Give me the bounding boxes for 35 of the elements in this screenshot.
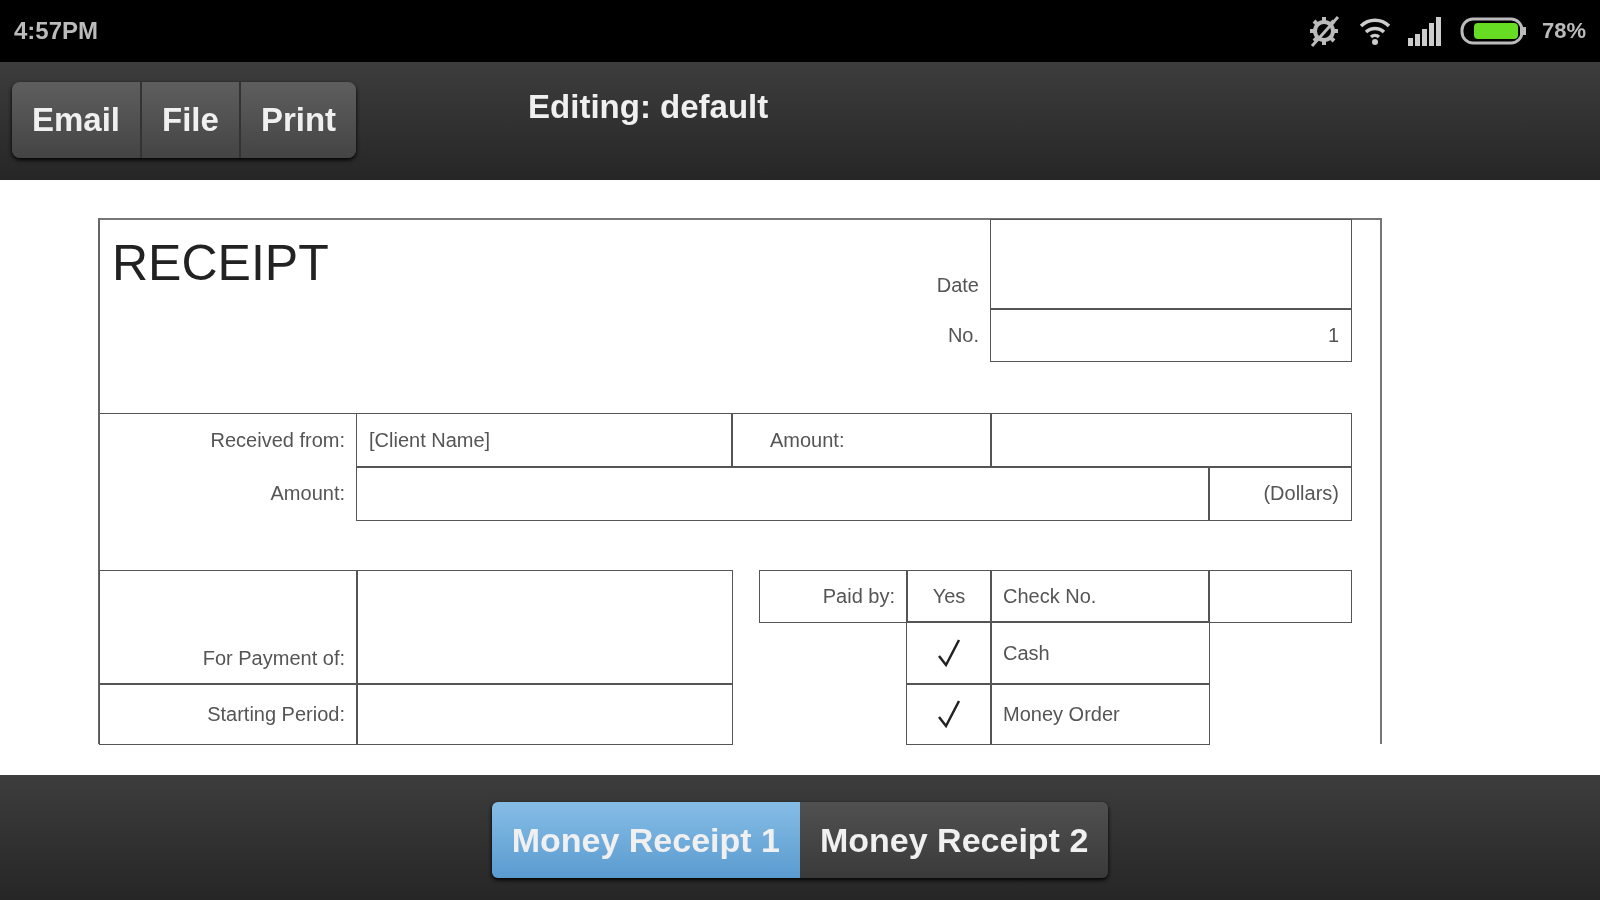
amount-field[interactable] bbox=[991, 414, 1351, 467]
number-field[interactable]: 1 bbox=[991, 309, 1351, 361]
amount-words-field[interactable] bbox=[357, 467, 1209, 520]
checkmark-icon bbox=[937, 699, 961, 729]
dollars-label: (Dollars) bbox=[1209, 467, 1351, 520]
payment-method-label: Cash bbox=[991, 622, 1209, 684]
battery-percentage: 78% bbox=[1541, 18, 1586, 44]
check-number-field[interactable] bbox=[1209, 571, 1351, 622]
tab[interactable]: Money Receipt 2 bbox=[800, 802, 1109, 878]
wifi-icon bbox=[1357, 16, 1392, 46]
date-label: Date bbox=[935, 273, 980, 298]
starting-period-label: Starting Period: bbox=[100, 684, 357, 744]
payment-method-label: Money Order bbox=[991, 684, 1209, 744]
checkbox[interactable] bbox=[907, 622, 991, 684]
checkmark-icon bbox=[937, 638, 961, 668]
yes-header: Yes bbox=[907, 571, 991, 622]
for-payment-label: For Payment of: bbox=[100, 571, 357, 684]
editing-title: Editing: default bbox=[528, 88, 769, 126]
amount-label: Amount: bbox=[732, 414, 991, 467]
paid-by-label: Paid by: bbox=[760, 571, 907, 622]
clock: 4:57PM bbox=[14, 17, 99, 45]
battery-icon bbox=[1459, 17, 1528, 45]
for-payment-field[interactable] bbox=[357, 571, 732, 684]
toolbar-button[interactable]: File bbox=[142, 82, 241, 158]
check-number-label: Check No. bbox=[991, 571, 1209, 622]
starting-period-field[interactable] bbox=[357, 684, 732, 744]
receipt-title: RECEIPT bbox=[111, 234, 330, 293]
received-from-label: Received from: bbox=[100, 414, 357, 467]
checkbox[interactable] bbox=[907, 684, 991, 744]
amount-words-label: Amount: bbox=[269, 481, 346, 506]
date-field[interactable] bbox=[991, 220, 1351, 309]
toolbar-button[interactable]: Email bbox=[12, 82, 143, 158]
received-from-field[interactable]: [Client Name] bbox=[357, 414, 732, 467]
number-label: No. bbox=[946, 322, 980, 348]
toolbar-button[interactable]: Print bbox=[240, 82, 357, 158]
